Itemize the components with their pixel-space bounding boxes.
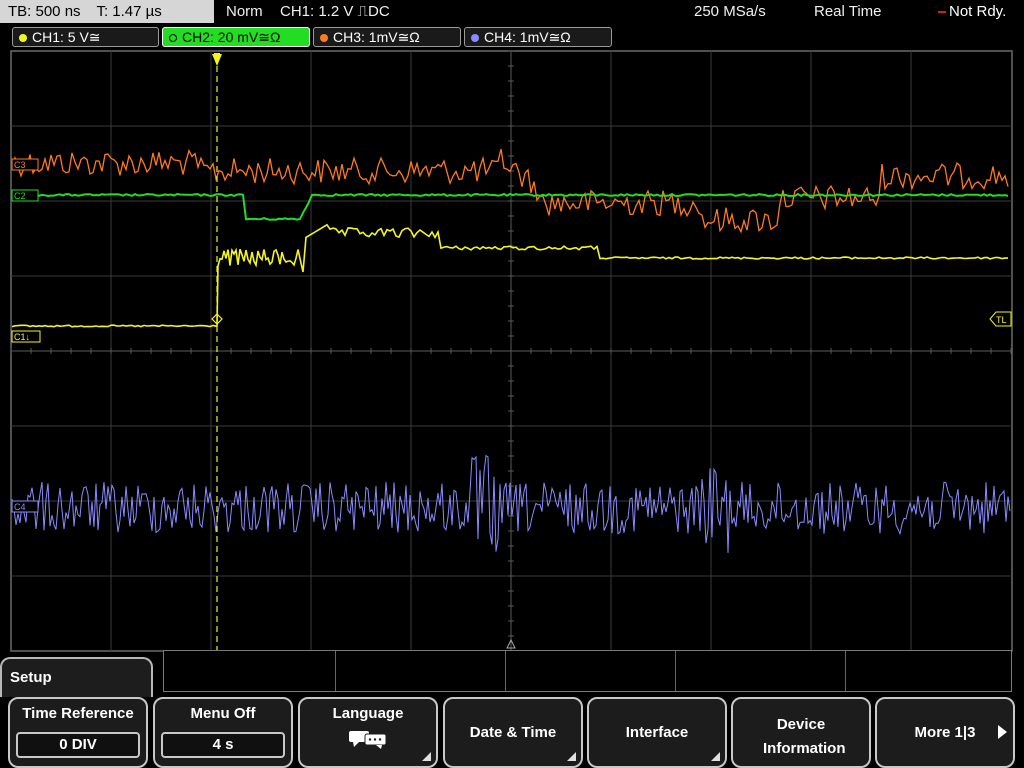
menu-title-tab: Setup bbox=[0, 657, 153, 697]
more-label: More 1|3 bbox=[914, 724, 976, 741]
date-time-label: Date & Time bbox=[469, 724, 557, 741]
more-button[interactable]: More 1|3 bbox=[875, 697, 1015, 768]
tab-ch2[interactable]: CH2: 20 mV≅Ω bbox=[162, 27, 310, 47]
speech-bubbles-icon bbox=[349, 731, 387, 749]
info-divider bbox=[505, 651, 506, 691]
sample-rate: 250 MSa/s bbox=[694, 3, 766, 20]
ch4-indicator-icon bbox=[471, 34, 479, 42]
submenu-corner-icon bbox=[567, 752, 576, 761]
ch2-indicator-icon bbox=[169, 34, 177, 42]
acquisition-status: Not Rdy. bbox=[938, 0, 1006, 23]
menu-off-label: Menu Off bbox=[190, 705, 256, 722]
submenu-corner-icon bbox=[711, 752, 720, 761]
ch1-level-marker[interactable]: C1↓ bbox=[11, 330, 41, 343]
status-indicator bbox=[938, 11, 946, 14]
info-divider bbox=[335, 651, 336, 691]
trigger-mode[interactable]: Norm bbox=[226, 0, 263, 23]
trigger-source[interactable]: CH1: 1.2 V ⎍DC bbox=[280, 0, 390, 23]
language-label: Language bbox=[332, 705, 404, 722]
ch3-indicator-icon bbox=[320, 34, 328, 42]
ch4-marker-label: C4 bbox=[14, 502, 26, 512]
ch3-marker-label: C3 bbox=[14, 160, 26, 170]
info-strip bbox=[163, 650, 1012, 692]
ch3-label: CH3: 1mV≅Ω bbox=[333, 29, 420, 45]
softkey-bar: Time Reference 0 DIV Menu Off 4 s Langua… bbox=[0, 697, 1024, 768]
device-information-label: Device Information bbox=[763, 716, 846, 757]
tab-ch1[interactable]: CH1: 5 V≅ bbox=[12, 27, 159, 47]
ch1-marker-label: C1↓ bbox=[14, 332, 30, 342]
ch4-label: CH4: 1mV≅Ω bbox=[484, 29, 571, 45]
trigger-level-label: TL bbox=[996, 315, 1007, 325]
date-time-button[interactable]: Date & Time bbox=[443, 697, 583, 768]
menu-title: Setup bbox=[10, 669, 52, 686]
trigger-time-label: T: 1.47 µs bbox=[96, 3, 162, 20]
interface-button[interactable]: Interface bbox=[587, 697, 727, 768]
ch2-marker-label: C2 bbox=[14, 191, 26, 201]
timebase-box[interactable]: TB: 500 ns T: 1.47 µs bbox=[0, 0, 214, 23]
timebase-label: TB: 500 ns bbox=[8, 3, 81, 20]
menu-off-value[interactable]: 4 s bbox=[161, 732, 285, 758]
time-reference-label: Time Reference bbox=[22, 705, 134, 722]
ch1-indicator-icon bbox=[19, 34, 27, 42]
menu-off-button[interactable]: Menu Off 4 s bbox=[153, 697, 293, 768]
language-button[interactable]: Language bbox=[298, 697, 438, 768]
submenu-corner-icon bbox=[422, 752, 431, 761]
ch3-level-marker[interactable]: C3 bbox=[11, 158, 39, 171]
info-divider bbox=[675, 651, 676, 691]
next-page-icon bbox=[998, 725, 1007, 739]
channel-bar: CH1: 5 V≅ CH2: 20 mV≅Ω CH3: 1mV≅Ω CH4: 1… bbox=[0, 24, 1024, 48]
tab-ch3[interactable]: CH3: 1mV≅Ω bbox=[313, 27, 461, 47]
acquisition-mode: Real Time bbox=[814, 3, 882, 20]
ch1-label: CH1: 5 V≅ bbox=[32, 29, 101, 45]
time-reference-value[interactable]: 0 DIV bbox=[16, 732, 140, 758]
info-divider bbox=[845, 651, 846, 691]
ch2-level-marker[interactable]: C2 bbox=[11, 189, 39, 202]
status-bar: Norm CH1: 1.2 V ⎍DC 250 MSa/s Real Time … bbox=[216, 0, 1024, 23]
interface-label: Interface bbox=[625, 724, 689, 741]
device-information-button[interactable]: Device Information bbox=[731, 697, 871, 768]
ch4-level-marker[interactable]: C4 bbox=[11, 500, 39, 513]
waveform-display[interactable]: C3 C2 C1↓ C4 TL bbox=[0, 48, 1024, 656]
ready-status-text: Not Rdy. bbox=[949, 3, 1007, 20]
ch2-label: CH2: 20 mV≅Ω bbox=[182, 29, 281, 45]
tab-ch4[interactable]: CH4: 1mV≅Ω bbox=[464, 27, 612, 47]
time-reference-button[interactable]: Time Reference 0 DIV bbox=[8, 697, 148, 768]
